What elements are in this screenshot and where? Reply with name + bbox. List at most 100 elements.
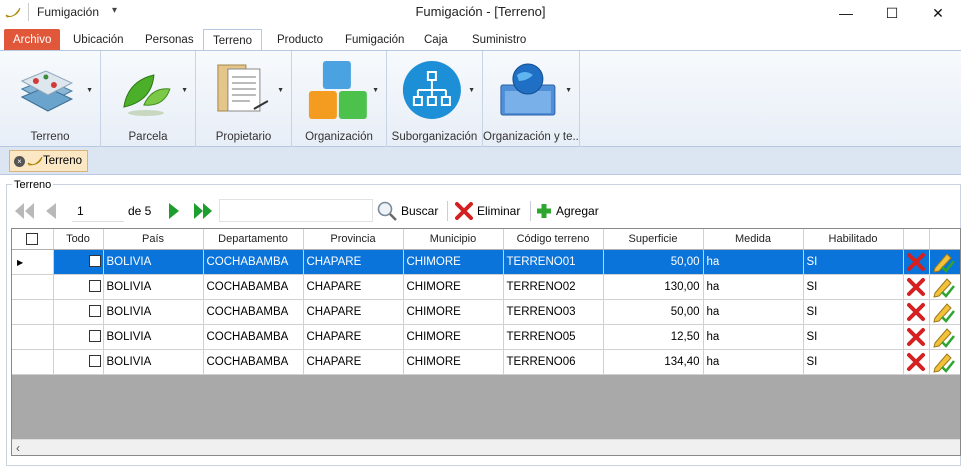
cell-departamento[interactable]: COCHABAMBA — [203, 274, 304, 300]
row-header[interactable] — [12, 274, 54, 300]
chevron-down-icon[interactable]: ▼ — [468, 87, 475, 94]
cell-codigo-terreno[interactable]: TERRENO01 — [503, 249, 604, 275]
table-row[interactable]: BOLIVIA COCHABAMBA CHAPARE CHIMORE TERRENO05… — [12, 324, 960, 350]
cell-superficie[interactable]: 50,00 — [603, 249, 704, 275]
column-header-pais[interactable]: País — [103, 229, 204, 250]
ribbon-button-propietario[interactable]: ▼ Propietario — [196, 51, 292, 147]
row-header[interactable] — [12, 299, 54, 325]
search-button[interactable]: Buscar — [376, 200, 438, 222]
terreno-data-grid[interactable]: Todo País Departamento Provincia Municip… — [11, 228, 961, 456]
previous-record-icon[interactable] — [44, 202, 58, 220]
cell-superficie[interactable]: 12,50 — [603, 324, 704, 350]
document-tab-terreno[interactable]: × Terreno — [9, 150, 88, 172]
cell-codigo-terreno[interactable]: TERRENO02 — [503, 274, 604, 300]
scroll-left-icon[interactable]: ‹ — [16, 441, 20, 455]
delete-row-button[interactable] — [903, 299, 930, 325]
cell-todo[interactable] — [53, 349, 104, 375]
close-button[interactable]: ✕ — [915, 0, 961, 26]
cell-municipio[interactable]: CHIMORE — [403, 324, 504, 350]
tab-archivo[interactable]: Archivo — [4, 29, 61, 51]
delete-row-button[interactable] — [903, 249, 930, 275]
tab-fumigacion[interactable]: Fumigación — [336, 29, 413, 51]
column-header-todo[interactable]: Todo — [53, 229, 104, 250]
delete-row-button[interactable] — [903, 349, 930, 375]
cell-departamento[interactable]: COCHABAMBA — [203, 324, 304, 350]
row-header[interactable]: ▶ — [12, 249, 54, 275]
chevron-down-icon[interactable]: ▼ — [181, 87, 188, 94]
tab-caja[interactable]: Caja — [415, 29, 457, 51]
edit-row-button[interactable] — [929, 324, 960, 350]
close-tab-icon[interactable]: × — [14, 155, 25, 167]
cell-superficie[interactable]: 134,40 — [603, 349, 704, 375]
delete-row-button[interactable] — [903, 324, 930, 350]
cell-provincia[interactable]: CHAPARE — [303, 349, 404, 375]
cell-provincia[interactable]: CHAPARE — [303, 324, 404, 350]
cell-medida[interactable]: ha — [703, 324, 804, 350]
cell-medida[interactable]: ha — [703, 274, 804, 300]
search-input[interactable] — [219, 199, 373, 222]
cell-medida[interactable]: ha — [703, 349, 804, 375]
cell-municipio[interactable]: CHIMORE — [403, 349, 504, 375]
select-all-checkbox[interactable] — [26, 232, 39, 245]
column-header-municipio[interactable]: Municipio — [403, 229, 504, 250]
chevron-down-icon[interactable]: ▼ — [565, 87, 572, 94]
cell-pais[interactable]: BOLIVIA — [103, 249, 204, 275]
cell-pais[interactable]: BOLIVIA — [103, 324, 204, 350]
chevron-down-icon[interactable]: ▼ — [86, 87, 93, 94]
row-checkbox[interactable] — [88, 355, 101, 368]
ribbon-button-organizacion[interactable]: ▼ Organización — [292, 51, 387, 147]
row-checkbox[interactable] — [88, 255, 101, 268]
edit-row-button[interactable] — [929, 274, 960, 300]
last-record-icon[interactable] — [192, 202, 214, 220]
cell-todo[interactable] — [53, 299, 104, 325]
ribbon-button-suborganizacion[interactable]: ▼ Suborganización — [387, 51, 483, 147]
cell-departamento[interactable]: COCHABAMBA — [203, 249, 304, 275]
cell-municipio[interactable]: CHIMORE — [403, 299, 504, 325]
column-header-departamento[interactable]: Departamento — [203, 229, 304, 250]
delete-button[interactable]: Eliminar — [454, 200, 520, 222]
column-header-superficie[interactable]: Superficie — [603, 229, 704, 250]
select-all-header[interactable] — [12, 229, 54, 250]
cell-municipio[interactable]: CHIMORE — [403, 249, 504, 275]
cell-codigo-terreno[interactable]: TERRENO03 — [503, 299, 604, 325]
cell-superficie[interactable]: 50,00 — [603, 299, 704, 325]
row-checkbox[interactable] — [88, 280, 101, 293]
record-position-input[interactable] — [72, 200, 124, 222]
cell-pais[interactable]: BOLIVIA — [103, 299, 204, 325]
cell-habilitado[interactable]: SI — [803, 349, 904, 375]
cell-habilitado[interactable]: SI — [803, 299, 904, 325]
ribbon-button-organizacion-terreno[interactable]: ▼ Organización y te... — [483, 51, 580, 147]
edit-row-button[interactable] — [929, 249, 960, 275]
cell-todo[interactable] — [53, 249, 104, 275]
column-header-codigo-terreno[interactable]: Código terreno — [503, 229, 604, 250]
tab-ubicacion[interactable]: Ubicación — [64, 29, 133, 51]
cell-departamento[interactable]: COCHABAMBA — [203, 299, 304, 325]
row-header[interactable] — [12, 349, 54, 375]
minimize-button[interactable]: — — [823, 0, 869, 26]
cell-pais[interactable]: BOLIVIA — [103, 349, 204, 375]
cell-habilitado[interactable]: SI — [803, 249, 904, 275]
table-row[interactable]: BOLIVIA COCHABAMBA CHAPARE CHIMORE TERRENO02… — [12, 274, 960, 300]
column-header-medida[interactable]: Medida — [703, 229, 804, 250]
chevron-down-icon[interactable]: ▼ — [277, 87, 284, 94]
column-header-provincia[interactable]: Provincia — [303, 229, 404, 250]
next-record-icon[interactable] — [167, 202, 181, 220]
cell-medida[interactable]: ha — [703, 249, 804, 275]
cell-codigo-terreno[interactable]: TERRENO06 — [503, 349, 604, 375]
chevron-down-icon[interactable]: ▼ — [372, 87, 379, 94]
row-header[interactable] — [12, 324, 54, 350]
table-row[interactable]: BOLIVIA COCHABAMBA CHAPARE CHIMORE TERRENO03… — [12, 299, 960, 325]
cell-habilitado[interactable]: SI — [803, 274, 904, 300]
ribbon-button-parcela[interactable]: ▼ Parcela — [101, 51, 196, 147]
cell-municipio[interactable]: CHIMORE — [403, 274, 504, 300]
tab-terreno[interactable]: Terreno — [203, 29, 262, 52]
table-row[interactable]: ▶ BOLIVIA COCHABAMBA CHAPARE CHIMORE TERRENO0… — [12, 249, 960, 275]
ribbon-button-terreno[interactable]: ▼ Terreno — [0, 51, 101, 147]
cell-habilitado[interactable]: SI — [803, 324, 904, 350]
cell-departamento[interactable]: COCHABAMBA — [203, 349, 304, 375]
tab-suministro[interactable]: Suministro — [463, 29, 535, 51]
cell-todo[interactable] — [53, 274, 104, 300]
cell-codigo-terreno[interactable]: TERRENO05 — [503, 324, 604, 350]
cell-provincia[interactable]: CHAPARE — [303, 299, 404, 325]
tab-personas[interactable]: Personas — [136, 29, 203, 51]
